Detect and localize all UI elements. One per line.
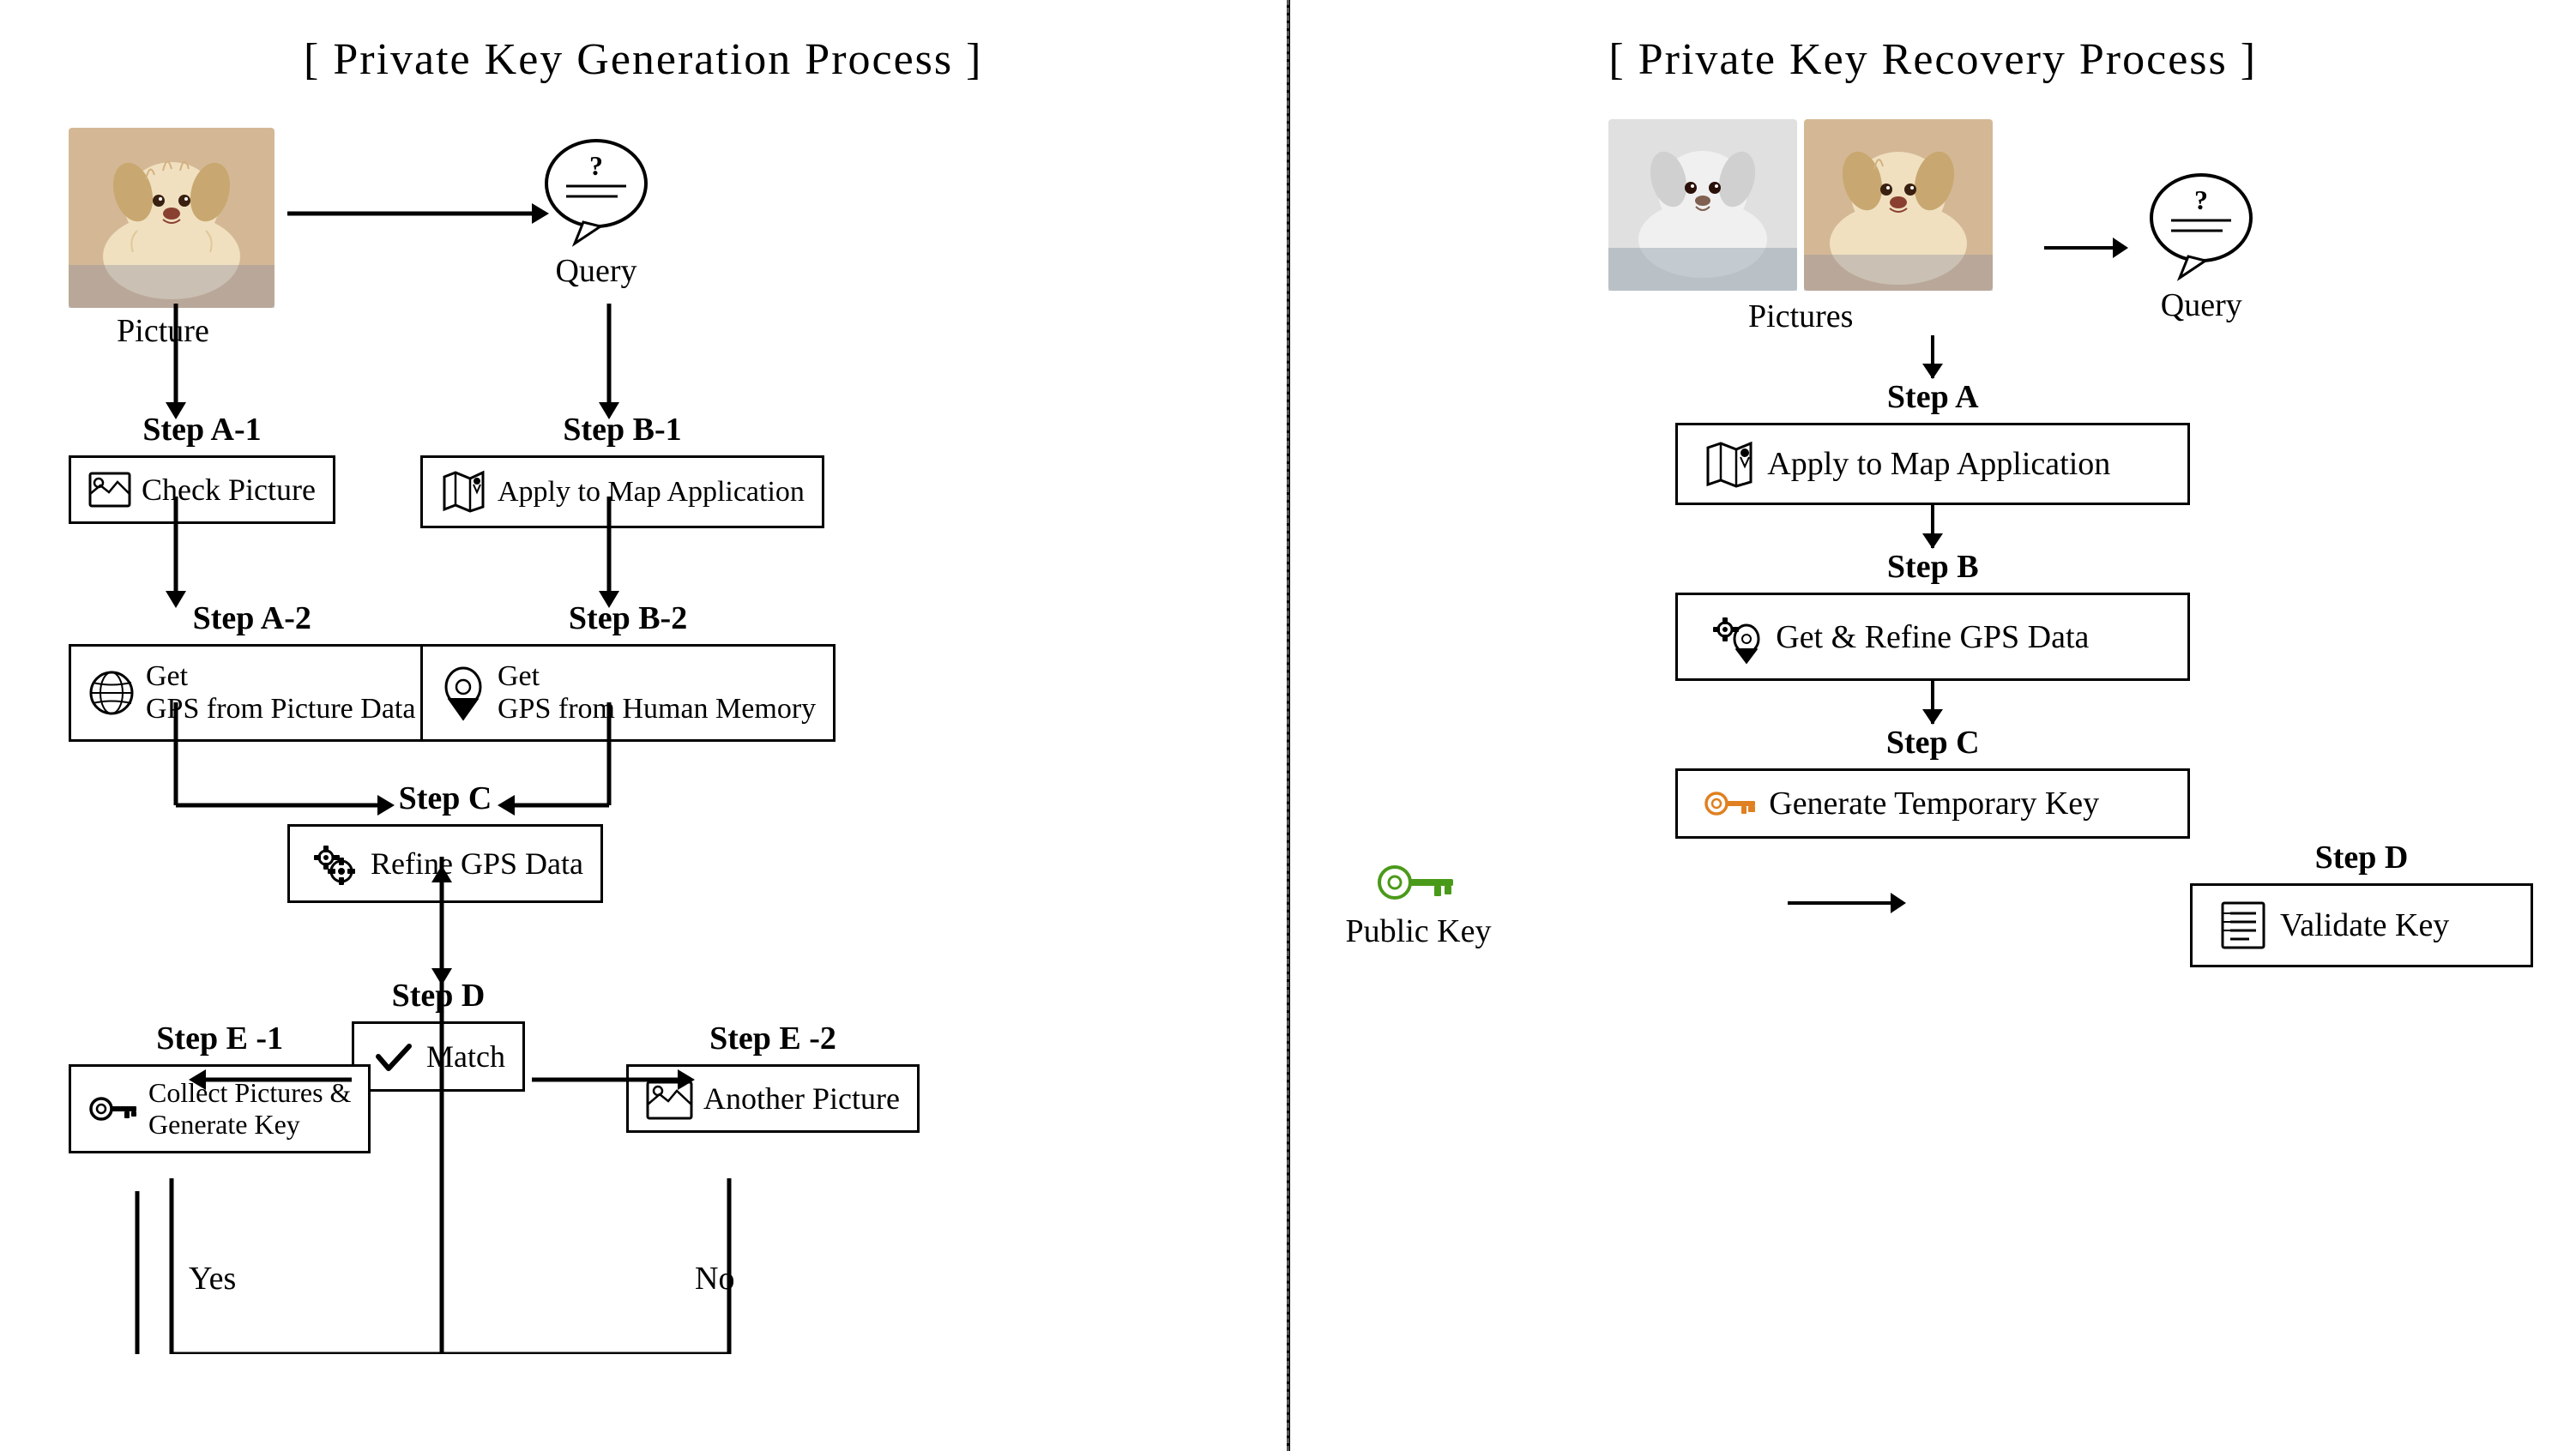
arrow-3: [1931, 681, 1934, 724]
step-a-label: Step A: [1887, 378, 1979, 416]
step-b1-label: Step B-1: [420, 411, 824, 449]
yes-label: Yes: [189, 1260, 236, 1297]
step-a1-label: Step A-1: [69, 411, 335, 449]
step-b1-wrapper: Step B-1 Apply to Map Application: [420, 411, 824, 528]
step-c-wrapper: Step C: [287, 780, 603, 903]
step-d-wrapper: Step D Match: [352, 977, 525, 1092]
svg-text:?: ?: [2194, 184, 2208, 215]
step-e1-label: Step E -1: [69, 1020, 371, 1057]
step-e2-wrapper: Step E -2 Another Picture: [626, 1020, 920, 1133]
picture-label: Picture: [94, 312, 232, 350]
step-e2-label: Step E -2: [626, 1020, 920, 1057]
step-b2-text-line2: GPS from Human Memory: [498, 693, 816, 726]
query-label-left: Query: [556, 252, 637, 290]
step-c-right-block: Step C Generate Temporary Key: [1675, 724, 2190, 839]
step-c-box: Refine GPS Data: [287, 824, 603, 903]
step-a2-wrapper: Step A-2 Get GPS from Picture Data: [69, 599, 435, 742]
step-a1-box: Check Picture: [69, 455, 335, 524]
left-panel-title: [ Private Key Generation Process ]: [43, 34, 1244, 85]
step-a2-text-line1: Get: [146, 660, 415, 693]
step-e1-wrapper: Step E -1 Collect Pictures & Generate Ke…: [69, 1020, 371, 1153]
svg-text:?: ?: [589, 150, 603, 181]
right-flow: Pictures ? Query: [1333, 119, 2534, 967]
step-e1-box: Collect Pictures & Generate Key: [69, 1064, 371, 1153]
step-a-text: Apply to Map Application: [1767, 445, 2110, 483]
step-c-label: Step C: [287, 780, 603, 817]
step-b2-text-line1: Get: [498, 660, 816, 693]
query-bubble-left: ? Query: [540, 136, 652, 290]
step-a2-label: Step A-2: [69, 599, 435, 637]
left-panel: [ Private Key Generation Process ]: [0, 0, 1287, 1451]
step-b2-box: Get GPS from Human Memory: [420, 644, 836, 742]
no-label: No: [695, 1260, 734, 1297]
step-a1-text: Check Picture: [142, 472, 316, 508]
pictures-group: Pictures: [1608, 119, 1993, 335]
step-b2-wrapper: Step B-2 Get GPS from Human Memory: [420, 599, 836, 742]
public-key-label: Public Key: [1346, 912, 1492, 950]
right-query-label: Query: [2161, 286, 2242, 324]
step-c-right-label: Step C: [1886, 724, 1980, 762]
step-b-block: Step B Get & Refine GPS Data: [1675, 548, 2190, 681]
step-d-right-text: Validate Key: [2280, 906, 2449, 944]
arrow-1: [1931, 335, 1934, 378]
right-panel: [ Private Key Recovery Process ]: [1290, 0, 2576, 1451]
step-d-label: Step D: [352, 977, 525, 1014]
step-c-text: Refine GPS Data: [371, 846, 583, 882]
right-panel-title: [ Private Key Recovery Process ]: [1333, 34, 2534, 85]
step-a2-box: Get GPS from Picture Data: [69, 644, 435, 742]
step-d-right-box: Validate Key: [2190, 883, 2533, 967]
step-b1-text: Apply to Map Application: [498, 476, 805, 509]
arrow-2: [1931, 505, 1934, 548]
step-d-box: Match: [352, 1021, 525, 1092]
step-b-text: Get & Refine GPS Data: [1776, 618, 2089, 656]
right-pictures-label: Pictures: [1748, 298, 1853, 335]
step-b2-label: Step B-2: [420, 599, 836, 637]
step-a-block: Step A Apply to Map Application: [1675, 378, 2190, 505]
step-b-label: Step B: [1887, 548, 1979, 586]
step-c-right-text: Generate Temporary Key: [1769, 785, 2099, 822]
step-a1-wrapper: Step A-1 Check Picture: [69, 411, 335, 524]
step-e2-text: Another Picture: [703, 1081, 900, 1117]
step-a-box: Apply to Map Application: [1675, 423, 2190, 505]
step-d-text: Match: [426, 1039, 505, 1075]
step-d-right-label: Step D: [2315, 839, 2409, 876]
step-b1-box: Apply to Map Application: [420, 455, 824, 528]
picture-image: [69, 128, 274, 308]
step-b-box: Get & Refine GPS Data: [1675, 593, 2190, 681]
step-e2-box: Another Picture: [626, 1064, 920, 1133]
step-a2-text-line2: GPS from Picture Data: [146, 693, 415, 726]
step-c-right-box: Generate Temporary Key: [1675, 768, 2190, 839]
step-d-right-block: Step D Validate Key: [2190, 839, 2533, 967]
